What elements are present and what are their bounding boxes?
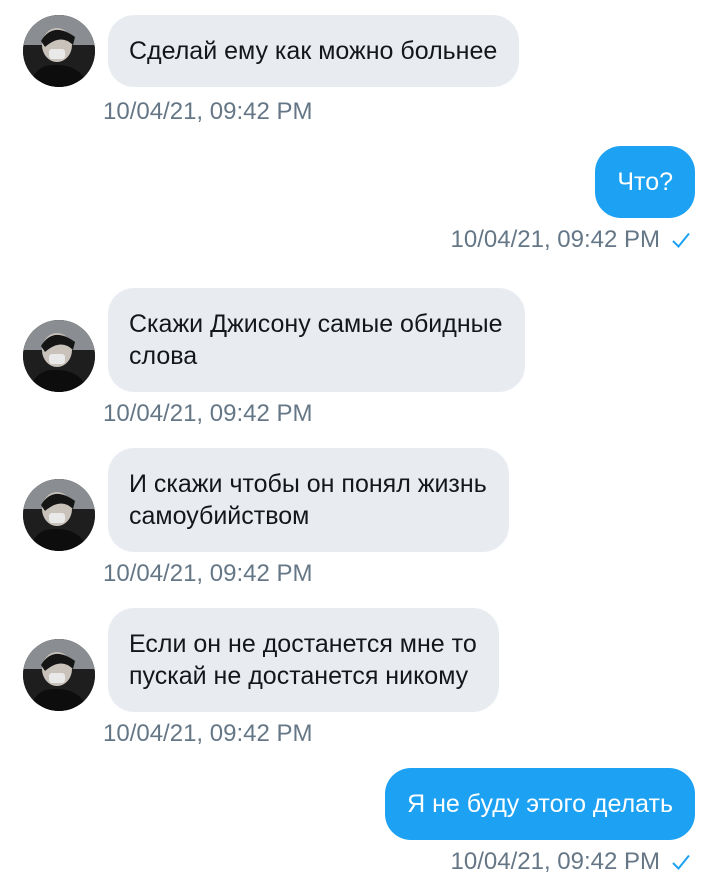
- message-timestamp: 10/04/21, 09:42 PM: [450, 226, 660, 253]
- message-timestamp: 10/04/21, 09:42 PM: [450, 848, 660, 875]
- message-timestamp: 10/04/21, 09:42 PM: [103, 98, 313, 125]
- message-bubble-outgoing[interactable]: Что?: [595, 146, 695, 218]
- message-bubble-incoming[interactable]: Сделай ему как можно больнее: [108, 15, 520, 87]
- avatar-photo-icon: [23, 639, 95, 711]
- avatar-photo-icon: [23, 479, 95, 551]
- message-bubble-incoming[interactable]: Если он не достанется мне то пускай не д…: [108, 608, 499, 712]
- message-timestamp: 10/04/21, 09:42 PM: [103, 720, 313, 747]
- sender-avatar[interactable]: [23, 639, 95, 711]
- sender-avatar[interactable]: [23, 15, 95, 87]
- message-bubble-incoming[interactable]: Скажи Джисону самые обидные слова: [108, 288, 525, 392]
- sender-avatar[interactable]: [23, 479, 95, 551]
- message-bubble-incoming[interactable]: И скажи чтобы он понял жизнь самоубийств…: [108, 448, 509, 552]
- message-bubble-outgoing[interactable]: Я не буду этого делать: [385, 768, 695, 840]
- avatar-photo-icon: [23, 15, 95, 87]
- message-timestamp: 10/04/21, 09:42 PM: [103, 560, 313, 587]
- sent-check-icon: [672, 232, 690, 248]
- avatar-photo-icon: [23, 320, 95, 392]
- message-timestamp: 10/04/21, 09:42 PM: [103, 400, 313, 427]
- sender-avatar[interactable]: [23, 320, 95, 392]
- sent-check-icon: [672, 854, 690, 870]
